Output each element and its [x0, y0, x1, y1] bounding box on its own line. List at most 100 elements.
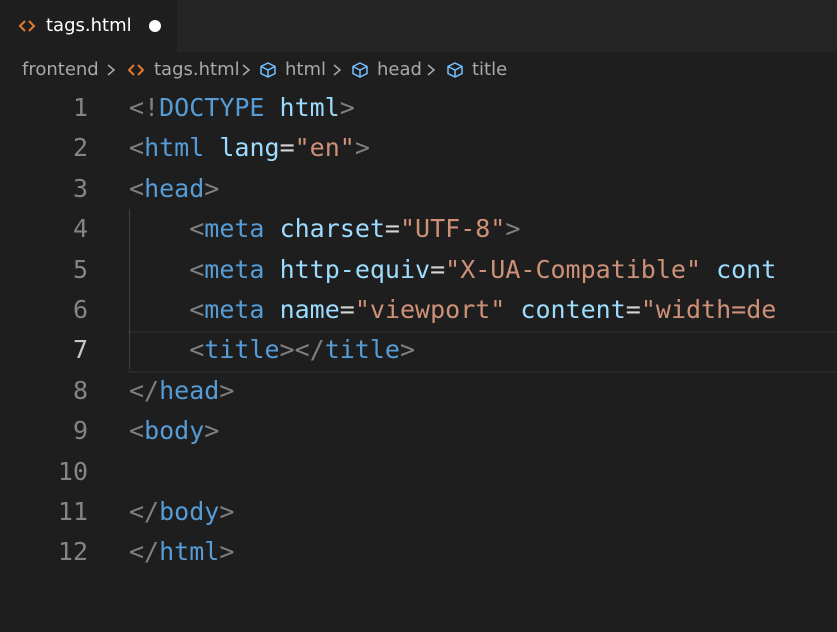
code-token: <	[189, 295, 205, 324]
line-number: 8	[72, 375, 88, 405]
html-file-icon	[127, 64, 145, 76]
code-token: "UTF-8"	[399, 214, 506, 244]
line-number: 2	[72, 133, 88, 163]
chevron-right-icon	[427, 64, 436, 76]
code-token: </	[129, 497, 160, 526]
code-line[interactable]: <meta name="viewport" content="width=de	[129, 290, 776, 330]
code-token: head	[159, 375, 220, 405]
code-line[interactable]: <!DOCTYPE html>	[129, 88, 355, 128]
code-token: DOCTYPE	[159, 93, 265, 122]
code-token: =	[279, 133, 295, 163]
line-number: 7	[72, 335, 88, 365]
code-token: "X-UA-Compatible"	[445, 254, 702, 284]
code-line[interactable]: <meta charset="UTF-8">	[129, 209, 520, 249]
code-token: >	[505, 214, 521, 244]
code-token: <	[129, 133, 145, 163]
unsaved-dot-icon[interactable]	[149, 20, 161, 32]
breadcrumb-symbol-html[interactable]: html	[285, 59, 326, 81]
chevron-right-icon	[107, 64, 116, 76]
code-line[interactable]: <html lang="en">	[129, 128, 370, 168]
code-token: html	[159, 537, 220, 567]
code-token: <	[129, 416, 145, 446]
code-token: >	[219, 537, 235, 567]
code-token: charset	[279, 214, 385, 244]
code-token: name	[279, 295, 340, 324]
code-token: >	[354, 133, 370, 163]
code-token: content	[520, 295, 626, 324]
breadcrumb-folder[interactable]: frontend	[22, 59, 99, 81]
code-token: body	[159, 497, 220, 526]
code-token: html	[144, 133, 205, 163]
code-token: =	[430, 254, 446, 284]
tab-bar: tags.html	[0, 0, 837, 52]
code-token: >	[339, 93, 355, 122]
line-number: 3	[72, 173, 88, 203]
code-token: body	[144, 416, 205, 446]
code-token: >	[204, 173, 220, 203]
code-token: =	[625, 295, 641, 324]
code-token: <	[129, 173, 145, 203]
code-token: title	[204, 335, 280, 365]
code-line[interactable]: </html>	[129, 532, 234, 572]
code-token: head	[144, 173, 205, 203]
code-token: http-equiv	[279, 254, 431, 284]
code-token: lang	[219, 133, 280, 163]
line-number: 10	[57, 456, 88, 486]
code-token: cont	[716, 254, 777, 284]
code-token: <!	[129, 93, 160, 122]
code-token: </	[129, 375, 160, 405]
code-token: <	[189, 214, 205, 244]
breadcrumb-file[interactable]: tags.html	[154, 59, 240, 81]
code-line[interactable]: <title></title>	[129, 330, 415, 370]
symbol-element-icon	[260, 62, 276, 78]
code-token: >	[219, 375, 235, 405]
code-line[interactable]: <meta http-equiv="X-UA-Compatible" cont	[129, 250, 776, 290]
chevron-right-icon	[242, 64, 251, 76]
line-number: 12	[57, 537, 88, 567]
code-token: >	[204, 416, 220, 446]
code-token: meta	[204, 214, 265, 244]
code-editor[interactable]: 1 2 3 4 5 6 7 8 9 10 11 12 <!DOCTYPE html> <html lan…	[0, 88, 837, 632]
line-number: 9	[72, 416, 88, 446]
line-number: 11	[57, 497, 88, 526]
tab-label: tags.html	[46, 15, 132, 36]
symbol-element-icon	[352, 62, 368, 78]
code-token: "viewport"	[354, 295, 506, 324]
code-line[interactable]: <head>	[129, 169, 219, 209]
line-number: 5	[72, 254, 88, 284]
code-token: meta	[204, 295, 265, 324]
html-file-icon	[18, 20, 36, 32]
code-token: meta	[204, 254, 265, 284]
code-token: <	[189, 335, 205, 365]
code-token: >	[399, 335, 416, 365]
breadcrumb-symbol-title[interactable]: title	[472, 59, 507, 81]
breadcrumb: frontend tags.html html head title	[0, 52, 837, 88]
line-number: 1	[72, 93, 88, 122]
code-token: =	[339, 295, 355, 324]
code-token: >	[219, 497, 235, 526]
code-token: =	[384, 214, 400, 244]
breadcrumb-symbol-head[interactable]: head	[377, 59, 422, 81]
line-number: 4	[72, 214, 88, 244]
code-line[interactable]: <body>	[129, 411, 219, 451]
tab-tags-html[interactable]: tags.html	[0, 0, 177, 52]
code-token: "width=de	[640, 295, 777, 324]
code-token: "en"	[294, 133, 355, 163]
code-line[interactable]: </head>	[129, 371, 234, 411]
chevron-right-icon	[333, 64, 342, 76]
code-line[interactable]: </body>	[129, 492, 234, 532]
code-token: title	[324, 335, 400, 365]
symbol-element-icon	[447, 62, 463, 78]
code-token: html	[279, 93, 340, 122]
code-token: <	[189, 254, 205, 284]
code-token: ></	[279, 335, 325, 365]
